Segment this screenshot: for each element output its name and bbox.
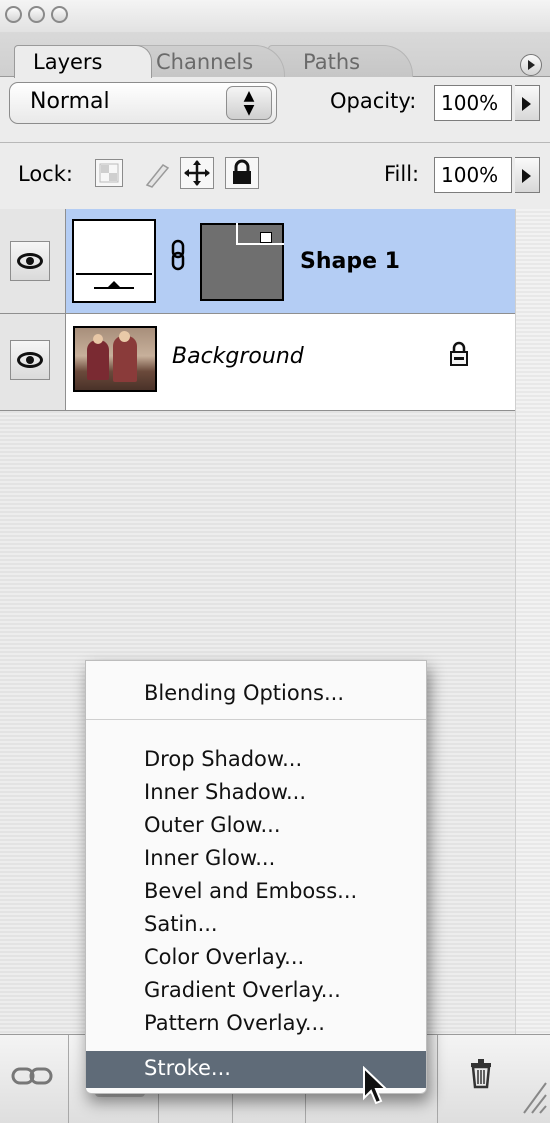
menu-item-gradient-overlay[interactable]: Gradient Overlay... — [144, 978, 341, 1002]
tab-layers[interactable]: Layers — [14, 45, 152, 78]
fill-slider-arrow-icon[interactable] — [515, 157, 540, 193]
menu-item-blending-options[interactable]: Blending Options... — [144, 681, 344, 705]
eye-visibility-icon[interactable] — [10, 241, 50, 281]
palette-menu-button[interactable] — [520, 54, 542, 76]
layer-name[interactable]: Background — [172, 344, 304, 369]
menu-item-outer-glow[interactable]: Outer Glow... — [144, 813, 281, 837]
photo-thumbnail[interactable] — [73, 326, 157, 392]
zoom-window-button[interactable] — [51, 6, 68, 23]
link-layers-icon[interactable] — [10, 1063, 54, 1093]
eye-visibility-icon[interactable] — [10, 340, 50, 380]
menu-item-drop-shadow[interactable]: Drop Shadow... — [144, 747, 302, 771]
layers-scrollbar[interactable] — [515, 209, 550, 1034]
visibility-cell — [0, 209, 66, 313]
blend-mode-value: Normal — [30, 89, 110, 114]
menu-item-satin[interactable]: Satin... — [144, 912, 218, 936]
blend-opacity-row: Normal ▲ ▼ Opacity: 100% — [0, 77, 550, 141]
blend-mode-select[interactable]: Normal ▲ ▼ — [9, 82, 277, 124]
layer-row-background[interactable]: Background — [0, 314, 515, 411]
tab-paths-label: Paths — [303, 50, 361, 74]
menu-divider — [86, 719, 426, 720]
lock-all-padlock-icon[interactable] — [225, 157, 259, 189]
trash-icon[interactable] — [468, 1057, 494, 1093]
lock-transparency-icon[interactable] — [95, 159, 123, 187]
window-titlebar — [0, 0, 550, 32]
fill-label: Fill: — [384, 162, 420, 186]
palette-tab-strip: Layers Channels Paths — [0, 32, 550, 78]
menu-item-inner-glow[interactable]: Inner Glow... — [144, 846, 275, 870]
menu-item-bevel-emboss[interactable]: Bevel and Emboss... — [144, 879, 357, 903]
lock-fill-row: Lock: Fill: 100% — [0, 142, 550, 210]
menu-item-pattern-overlay[interactable]: Pattern Overlay... — [144, 1011, 325, 1035]
layer-name[interactable]: Shape 1 — [300, 249, 400, 274]
visibility-cell — [0, 314, 66, 410]
layer-fill-thumbnail[interactable] — [72, 219, 156, 303]
resize-grip-icon[interactable] — [520, 1075, 548, 1119]
menu-item-color-overlay[interactable]: Color Overlay... — [144, 945, 304, 969]
layer-style-menu: Blending Options... Drop Shadow... Inner… — [85, 660, 427, 1094]
opacity-slider-arrow-icon[interactable] — [515, 85, 540, 121]
menu-item-inner-shadow[interactable]: Inner Shadow... — [144, 780, 306, 804]
fill-field[interactable]: 100% — [434, 157, 512, 193]
mouse-cursor-icon — [362, 1065, 392, 1112]
tab-channels-label: Channels — [156, 50, 254, 74]
tab-channels[interactable]: Channels — [135, 45, 285, 77]
opacity-field[interactable]: 100% — [434, 85, 512, 121]
opacity-label: Opacity: — [330, 89, 417, 113]
close-window-button[interactable] — [5, 6, 22, 23]
layer-lock-icon — [448, 340, 470, 372]
lock-image-pixels-brush-icon[interactable] — [143, 159, 171, 188]
blend-mode-stepper-icon: ▲ ▼ — [226, 86, 272, 120]
vector-mask-thumbnail[interactable] — [200, 223, 284, 301]
lock-label: Lock: — [18, 162, 73, 186]
link-chain-icon[interactable] — [170, 239, 186, 275]
layer-row-shape-1[interactable]: Shape 1 — [0, 209, 515, 314]
menu-item-stroke[interactable]: Stroke... — [144, 1056, 231, 1080]
minimize-window-button[interactable] — [28, 6, 45, 23]
tab-layers-label: Layers — [33, 50, 103, 74]
lock-position-move-icon[interactable] — [180, 157, 214, 189]
tab-paths[interactable]: Paths — [268, 45, 413, 77]
